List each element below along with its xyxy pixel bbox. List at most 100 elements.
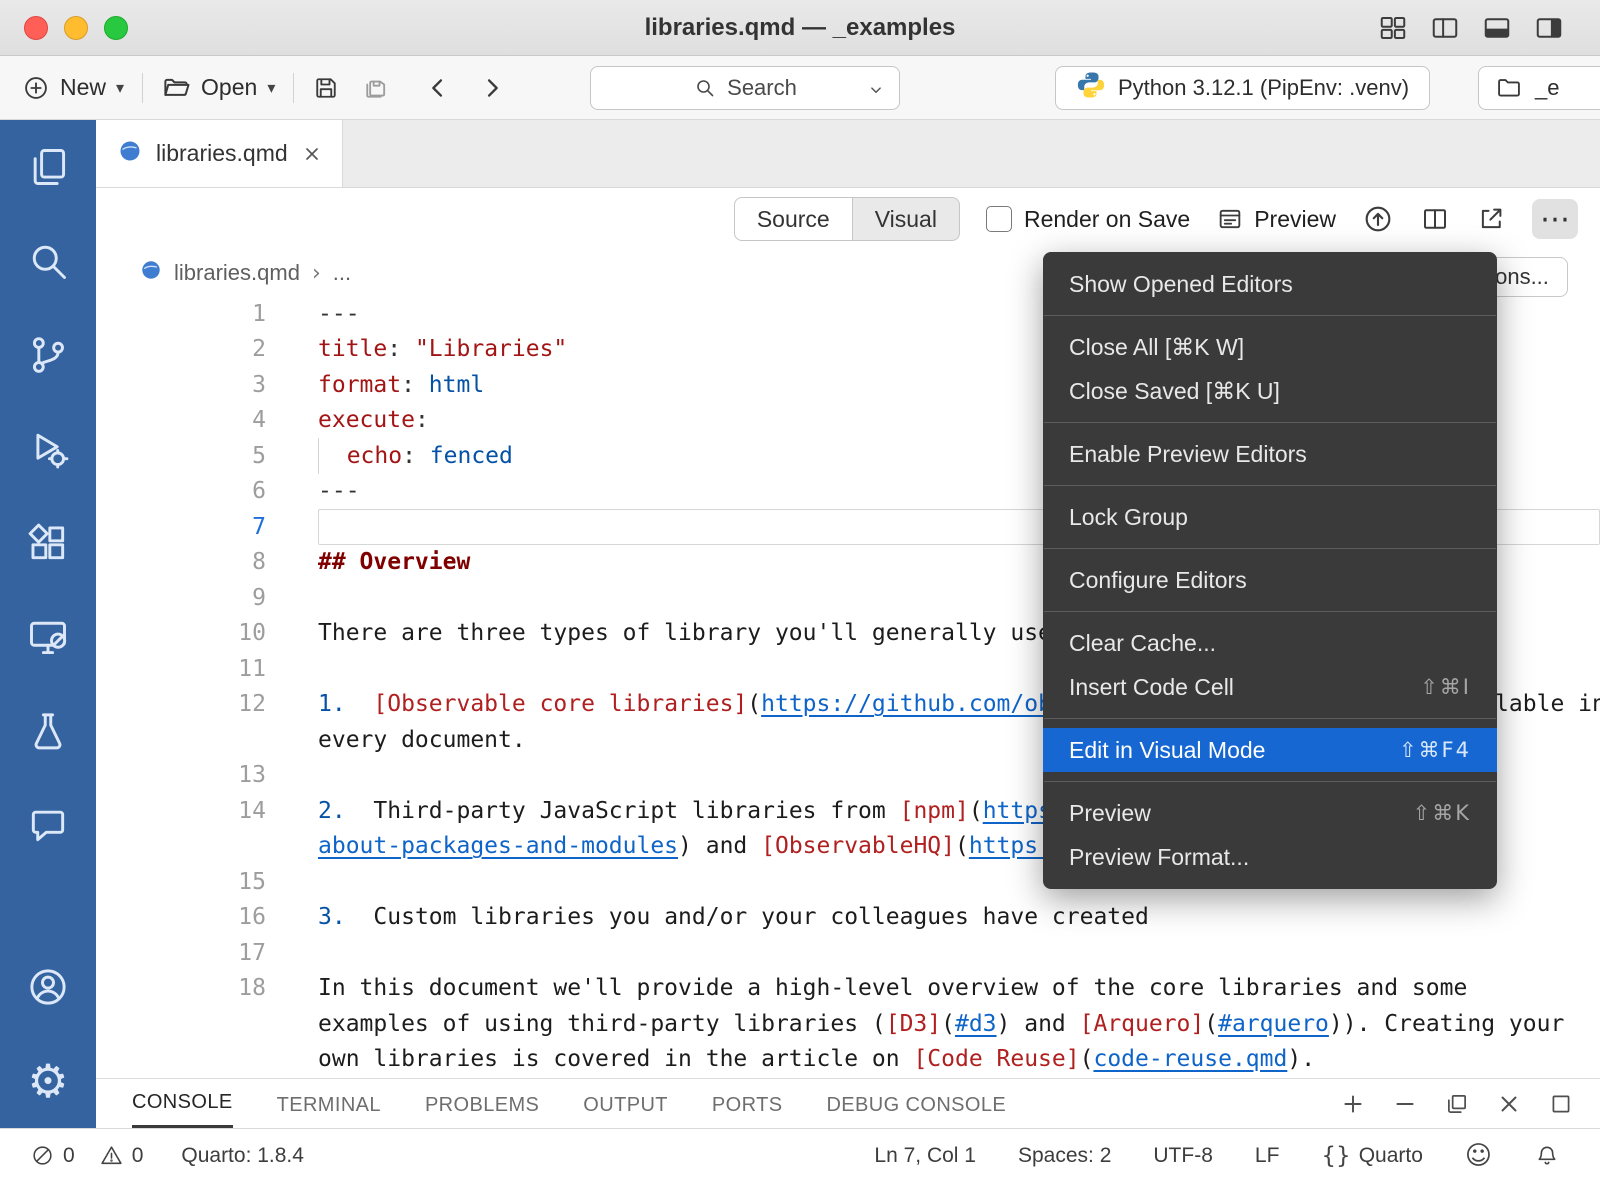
restore-panel-icon[interactable] [1444, 1091, 1470, 1117]
run-debug-icon[interactable] [0, 402, 96, 496]
menu-item[interactable]: Lock Group [1043, 495, 1497, 539]
breadcrumb-file[interactable]: libraries.qmd [174, 260, 300, 286]
code-line[interactable]: 17 [96, 935, 1600, 971]
search-icon [693, 76, 717, 100]
search-sidebar-icon[interactable] [0, 214, 96, 308]
quarto-version[interactable]: Quarto: 1.8.4 [181, 1144, 304, 1168]
menu-item[interactable]: Edit in Visual Mode⇧⌘F4 [1043, 728, 1497, 772]
toolbar-divider [142, 73, 143, 103]
render-on-save-label: Render on Save [1024, 206, 1190, 233]
back-button[interactable] [424, 74, 452, 102]
layout-columns-icon[interactable] [1430, 13, 1460, 43]
panel-tab-ports[interactable]: PORTS [712, 1079, 783, 1128]
code-text[interactable]: In this document we'll provide a high-le… [318, 971, 1600, 1007]
menu-item[interactable]: Close All [⌘K W] [1043, 325, 1497, 369]
layout-right-panel-icon[interactable] [1534, 13, 1564, 43]
code-text[interactable]: own libraries is covered in the article … [318, 1042, 1600, 1078]
menu-item[interactable]: Show Opened Editors [1043, 262, 1497, 306]
code-text[interactable] [318, 935, 1600, 971]
account-icon[interactable] [0, 940, 96, 1034]
close-window-button[interactable] [24, 16, 48, 40]
menu-item[interactable]: Close Saved [⌘K U] [1043, 369, 1497, 413]
extensions-icon[interactable] [0, 496, 96, 590]
panel-tab-terminal[interactable]: TERMINAL [277, 1079, 381, 1128]
tab-libraries-qmd[interactable]: libraries.qmd [96, 120, 343, 187]
code-line[interactable]: 16 3. Custom libraries you and/or your co… [96, 900, 1600, 936]
close-tab-icon[interactable] [302, 144, 322, 164]
chevron-down-icon[interactable] [865, 79, 887, 101]
chat-icon[interactable] [0, 778, 96, 872]
menu-item[interactable]: Clear Cache... [1043, 621, 1497, 665]
open-button[interactable]: Open ▾ [161, 73, 275, 103]
publish-icon[interactable] [1362, 203, 1394, 235]
minimize-panel-icon[interactable] [1392, 1091, 1418, 1117]
encoding[interactable]: UTF-8 [1153, 1144, 1213, 1168]
eol-sequence[interactable]: LF [1255, 1144, 1280, 1168]
panel-tab-output[interactable]: OUTPUT [583, 1079, 668, 1128]
titlebar: libraries.qmd — _examples [0, 0, 1600, 56]
layout-grid-icon[interactable] [1378, 13, 1408, 43]
preview-label: Preview [1254, 206, 1336, 233]
minimize-window-button[interactable] [64, 16, 88, 40]
qmd-file-icon [140, 259, 162, 287]
menu-item[interactable]: Enable Preview Editors [1043, 432, 1497, 476]
panel-tab-console[interactable]: CONSOLE [132, 1079, 233, 1128]
forward-button[interactable] [478, 74, 506, 102]
menu-item[interactable]: Preview Format... [1043, 835, 1497, 879]
more-actions-button[interactable]: ⋯ [1532, 199, 1578, 239]
code-line[interactable]: 18In this document we'll provide a high-… [96, 971, 1600, 1007]
split-editor-icon[interactable] [1420, 204, 1450, 234]
status-bar: 0 0 Quarto: 1.8.4 Ln 7, Col 1 Spaces: 2 … [0, 1128, 1600, 1200]
code-text[interactable]: 3. Custom libraries you and/or your coll… [318, 900, 1600, 936]
menu-separator [1044, 485, 1496, 486]
menu-item[interactable]: Configure Editors [1043, 558, 1497, 602]
panel-tab-debug-console[interactable]: DEBUG CONSOLE [826, 1079, 1006, 1128]
close-panel-icon[interactable] [1496, 1091, 1522, 1117]
source-visual-toggle: Source Visual [734, 197, 960, 241]
tab-bar: libraries.qmd [96, 120, 1600, 188]
settings-gear-icon[interactable]: ⚙ [0, 1034, 96, 1128]
new-console-plus-icon[interactable] [1340, 1091, 1366, 1117]
plus-circle-icon [22, 74, 50, 102]
visual-mode-button[interactable]: Visual [853, 198, 959, 240]
line-number: 8 [96, 549, 266, 575]
source-control-icon[interactable] [0, 308, 96, 402]
code-text[interactable]: examples of using third-party libraries … [318, 1006, 1600, 1042]
line-number: 14 [96, 798, 266, 824]
testing-flask-icon[interactable] [0, 684, 96, 778]
save-all-icon[interactable] [362, 74, 390, 102]
feedback-smiley-icon[interactable]: ☺ [1465, 1141, 1492, 1171]
sessions-icon[interactable] [0, 590, 96, 684]
menu-item[interactable]: Preview⇧⌘K [1043, 791, 1497, 835]
workspace-label: _e [1535, 75, 1559, 101]
language-mode[interactable]: {} Quarto [1321, 1143, 1422, 1169]
breadcrumb-more[interactable]: ... [333, 260, 351, 286]
open-external-icon[interactable] [1476, 204, 1506, 234]
line-number: 2 [96, 336, 266, 362]
workspace-button[interactable]: _e [1478, 66, 1600, 110]
preview-button[interactable]: Preview [1216, 205, 1336, 233]
indentation[interactable]: Spaces: 2 [1018, 1144, 1111, 1168]
code-line[interactable]: examples of using third-party libraries … [96, 1006, 1600, 1042]
new-button[interactable]: New ▾ [22, 74, 124, 102]
maximize-panel-icon[interactable] [1548, 1091, 1574, 1117]
source-mode-button[interactable]: Source [735, 198, 853, 240]
notifications-bell-icon[interactable] [1534, 1143, 1560, 1169]
code-line[interactable]: own libraries is covered in the article … [96, 1042, 1600, 1078]
save-icon[interactable] [312, 74, 340, 102]
zoom-window-button[interactable] [104, 16, 128, 40]
menu-item[interactable]: Insert Code Cell⇧⌘I [1043, 665, 1497, 709]
error-count[interactable]: 0 [30, 1143, 75, 1168]
interpreter-button[interactable]: Python 3.12.1 (PipEnv: .venv) [1055, 66, 1430, 110]
error-icon [30, 1143, 55, 1168]
preview-icon [1216, 205, 1244, 233]
render-on-save-checkbox[interactable] [986, 206, 1012, 232]
explorer-icon[interactable] [0, 120, 96, 214]
warning-count[interactable]: 0 [99, 1143, 144, 1168]
editor-actions-menu: Show Opened Editors Close All [⌘K W]Close… [1043, 252, 1497, 889]
layout-bottom-panel-icon[interactable] [1482, 13, 1512, 43]
panel-tab-problems[interactable]: PROBLEMS [425, 1079, 539, 1128]
line-number: 16 [96, 904, 266, 930]
search-input[interactable]: Search [590, 66, 900, 110]
cursor-position[interactable]: Ln 7, Col 1 [874, 1144, 976, 1168]
